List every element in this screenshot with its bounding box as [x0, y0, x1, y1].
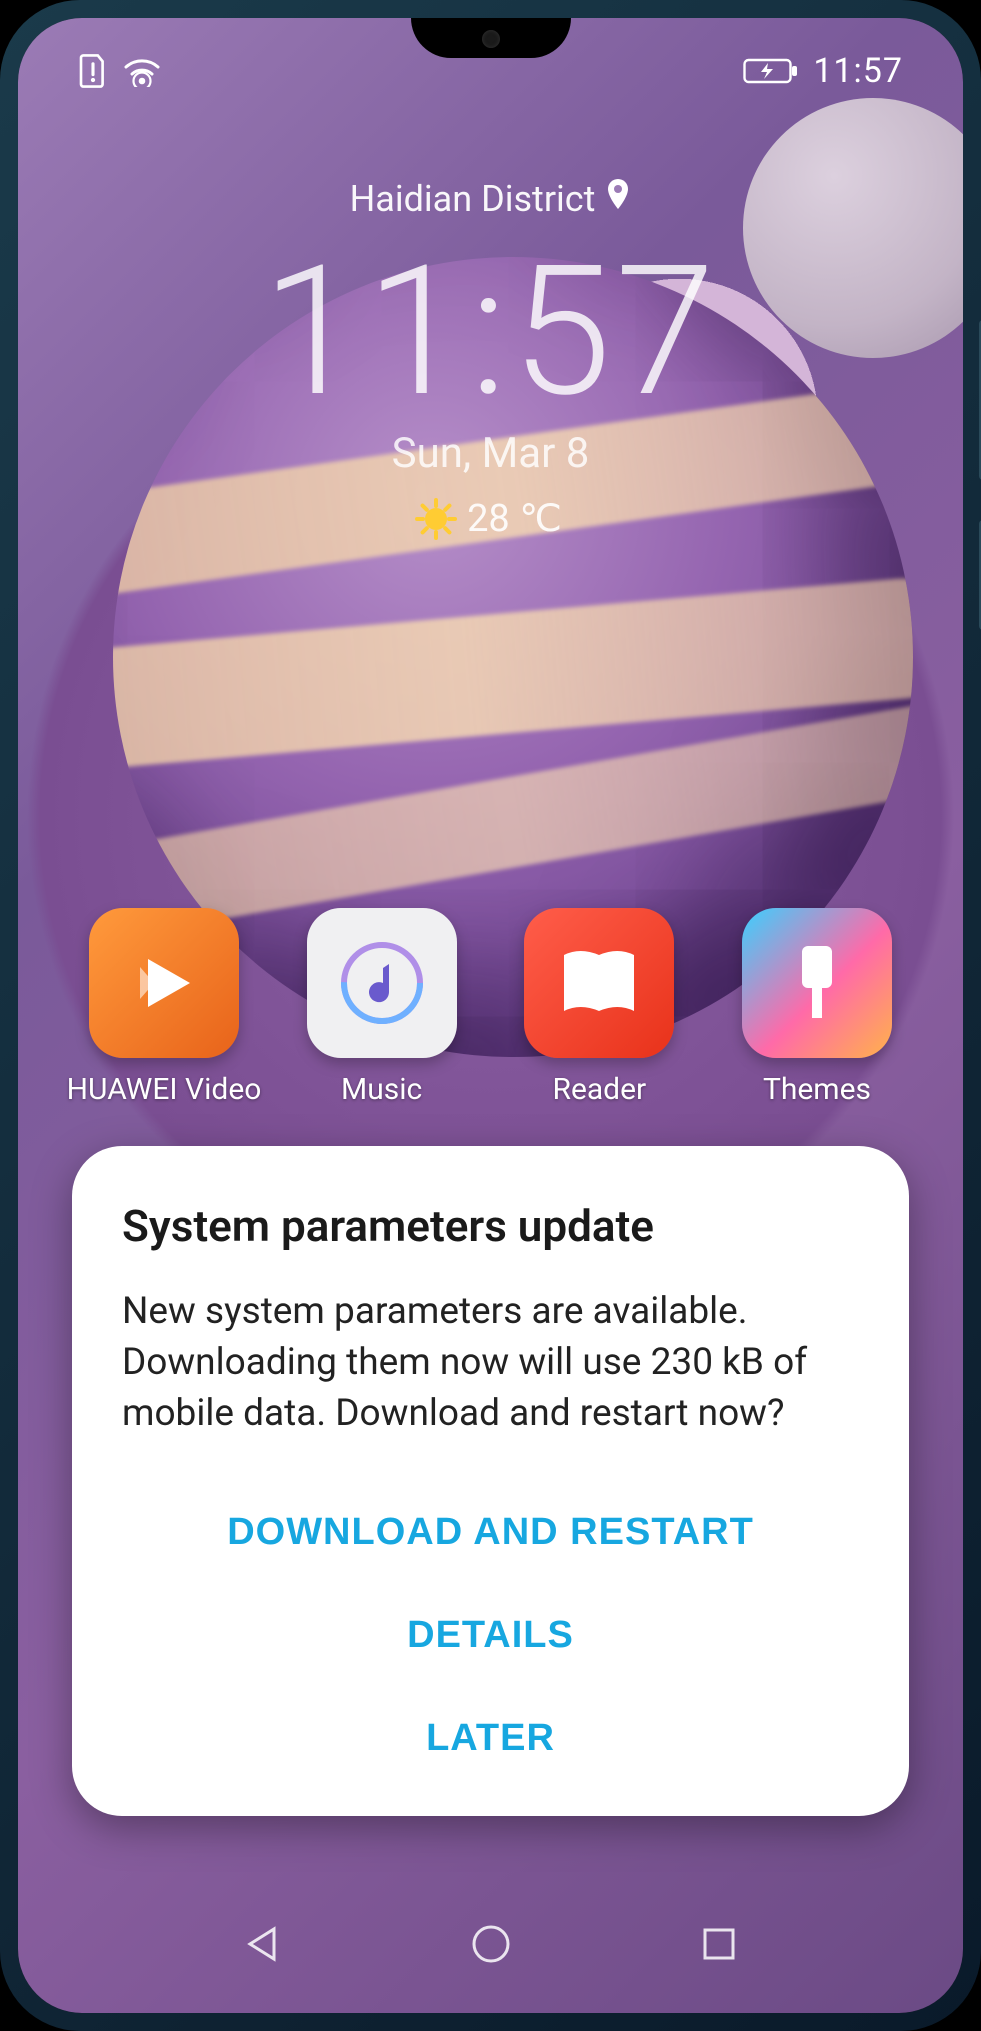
nav-home-button[interactable]: [467, 1920, 515, 1968]
huawei-video-icon: [89, 908, 239, 1058]
screen: 11:57 Haidian District 11:57 Sun, Mar 8: [18, 18, 963, 2013]
nav-back-button[interactable]: [239, 1920, 287, 1968]
navigation-bar: [18, 1899, 963, 1989]
lock-date: Sun, Mar 8: [18, 429, 963, 478]
app-label: Reader: [552, 1072, 646, 1107]
dialog-body: New system parameters are available. Dow…: [122, 1286, 859, 1439]
lock-clock: 11:57: [18, 226, 963, 437]
music-icon: [307, 908, 457, 1058]
app-label: Music: [341, 1072, 422, 1107]
dialog-title: System parameters update: [122, 1200, 859, 1252]
notch: [411, 18, 571, 58]
app-reader[interactable]: Reader: [509, 908, 689, 1107]
battery-charging-icon: [743, 57, 799, 85]
app-themes[interactable]: Themes: [727, 908, 907, 1107]
app-music[interactable]: Music: [292, 908, 472, 1107]
nav-recent-button[interactable]: [695, 1920, 743, 1968]
status-time: 11:57: [813, 51, 903, 91]
lock-weather: 28 ℃: [18, 496, 963, 541]
app-huawei-video[interactable]: HUAWEI Video: [74, 908, 254, 1107]
download-restart-button[interactable]: DOWNLOAD AND RESTART: [122, 1481, 859, 1584]
app-label: Themes: [763, 1072, 871, 1107]
sun-icon: [419, 502, 453, 536]
details-button[interactable]: DETAILS: [122, 1584, 859, 1687]
wifi-icon: [122, 55, 162, 87]
later-button[interactable]: LATER: [122, 1687, 859, 1790]
themes-icon: [742, 908, 892, 1058]
location-pin-icon: [605, 178, 631, 220]
system-update-dialog: System parameters update New system para…: [72, 1146, 909, 1816]
app-row: HUAWEI Video Music: [18, 908, 963, 1107]
phone-frame: 11:57 Haidian District 11:57 Sun, Mar 8: [0, 0, 981, 2031]
sim-alert-icon: [78, 53, 108, 89]
phone-inner: 11:57 Haidian District 11:57 Sun, Mar 8: [18, 18, 963, 2013]
temperature: 28 ℃: [467, 496, 562, 541]
reader-icon: [524, 908, 674, 1058]
lock-screen-info: Haidian District 11:57 Sun, Mar 8: [18, 178, 963, 541]
app-label: HUAWEI Video: [67, 1072, 262, 1107]
location-text: Haidian District: [350, 178, 596, 220]
